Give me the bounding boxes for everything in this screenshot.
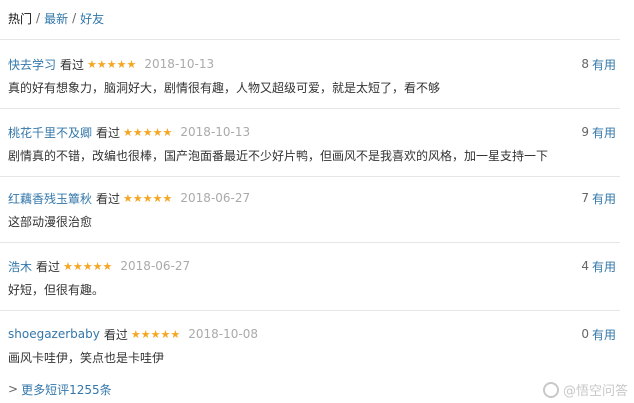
useful-vote: 9 有用 [581, 124, 616, 140]
useful-count: 8 [581, 57, 589, 71]
review-item: 桃花千里不及卿 看过 ★ ★ ★ ★ ★ 2018-10-13 9 有用 剧情真的不错，改编也很棒，… [0, 124, 620, 190]
useful-button[interactable]: 有用 [592, 124, 616, 141]
review-text: 剧情真的不错，改编也很棒，国产泡面番最近不少好片鸭，但画风不是我喜欢的风格，加一… [8, 149, 549, 163]
review-date: 2018-10-08 [188, 327, 258, 341]
review-date: 2018-06-27 [120, 259, 191, 273]
review-author[interactable]: shoegazerbaby [8, 327, 100, 341]
star-icon: ★ [160, 327, 171, 341]
filter-tabs: 热门 / 最新 / 好友 [8, 10, 104, 26]
useful-count: 4 [581, 259, 589, 273]
star-icon: ★ [123, 125, 133, 139]
tab-hot[interactable]: 热门 [8, 10, 32, 27]
star-icon: ★ [130, 327, 141, 341]
useful-button[interactable]: 有用 [592, 190, 616, 207]
review-item: 快去学习 看过 ★ ★ ★ ★ ★ 2018-10-13 8 有用 真的好有想象力，脑洞好大，剧情很… [0, 56, 620, 122]
useful-vote: 0 有用 [581, 326, 616, 342]
star-icon: ★ [162, 125, 173, 139]
tab-separator: / [36, 11, 41, 25]
review-author[interactable]: 浩木 [8, 258, 32, 275]
review-date: 2018-10-13 [180, 125, 251, 139]
useful-button[interactable]: 有用 [592, 326, 616, 343]
review-meta: 红藕香残玉簟秋 看过 ★ ★ ★ ★ ★ 2018-06-27 [8, 190, 250, 206]
useful-vote: 8 有用 [581, 56, 616, 72]
review-author[interactable]: 桃花千里不及卿 [8, 124, 92, 141]
star-icon: ★ [140, 327, 151, 341]
star-icon: ★ [152, 191, 163, 205]
rating-stars: ★ ★ ★ ★ ★ [63, 261, 112, 272]
review-author[interactable]: 快去学习 [8, 56, 56, 73]
more-reviews-link[interactable]: > 更多短评1255条 [8, 381, 112, 397]
star-icon: ★ [132, 191, 143, 205]
star-icon: ★ [102, 259, 113, 273]
divider [0, 176, 620, 177]
review-item: 红藕香残玉簟秋 看过 ★ ★ ★ ★ ★ 2018-06-27 7 有用 这部动漫很治愈 [0, 190, 620, 256]
watched-label: 看过 [96, 125, 121, 140]
star-icon: ★ [123, 191, 133, 205]
star-icon: ★ [82, 259, 93, 273]
star-icon: ★ [142, 125, 153, 139]
star-icon: ★ [152, 125, 163, 139]
rating-stars: ★ ★ ★ ★ ★ [87, 59, 136, 70]
watched-label: 看过 [36, 259, 61, 274]
review-item: 浩木 看过 ★ ★ ★ ★ ★ 2018-06-27 4 有用 好短，但很有趣。 [0, 258, 620, 324]
review-date: 2018-06-27 [180, 191, 251, 205]
useful-count: 7 [581, 191, 589, 205]
rating-stars: ★ ★ ★ ★ ★ [131, 329, 180, 340]
divider [0, 108, 620, 109]
star-icon: ★ [87, 57, 97, 71]
review-date: 2018-10-13 [144, 57, 215, 71]
review-text: 这部动漫很治愈 [8, 215, 93, 229]
rating-stars: ★ ★ ★ ★ ★ [123, 193, 172, 204]
watermark-logo-icon [542, 381, 559, 398]
useful-vote: 7 有用 [581, 190, 616, 206]
star-icon: ★ [92, 259, 103, 273]
useful-vote: 4 有用 [581, 258, 616, 274]
useful-button[interactable]: 有用 [592, 56, 616, 73]
watermark-text: @悟空问答 [562, 384, 628, 399]
tab-separator: / [72, 11, 77, 25]
star-icon: ★ [150, 327, 161, 341]
star-icon: ★ [116, 57, 127, 71]
divider [0, 242, 620, 243]
star-icon: ★ [72, 259, 83, 273]
more-reviews-label: 更多短评1255条 [21, 382, 112, 397]
star-icon: ★ [132, 125, 143, 139]
review-text: 真的好有想象力，脑洞好大，剧情很有趣，人物又超级可爱，就是太短了，看不够 [8, 81, 441, 95]
review-text: 画风卡哇伊，笑点也是卡哇伊 [8, 351, 165, 365]
star-icon: ★ [96, 57, 107, 71]
watched-label: 看过 [103, 327, 128, 342]
star-icon: ★ [170, 327, 181, 341]
star-icon: ★ [106, 57, 117, 71]
divider [0, 39, 620, 40]
review-author[interactable]: 红藕香残玉簟秋 [8, 190, 92, 207]
star-icon: ★ [162, 191, 173, 205]
watched-label: 看过 [96, 191, 121, 206]
useful-count: 9 [581, 125, 589, 139]
star-icon: ★ [142, 191, 153, 205]
review-text: 好短，但很有趣。 [8, 283, 105, 297]
star-icon: ★ [126, 57, 137, 71]
divider [0, 310, 620, 311]
chevron-right-icon: > [8, 382, 19, 396]
watermark: @悟空问答 [542, 380, 628, 399]
tab-friends[interactable]: 好友 [80, 10, 104, 27]
useful-count: 0 [581, 327, 589, 341]
tab-latest[interactable]: 最新 [44, 10, 68, 27]
star-icon: ★ [63, 259, 73, 273]
review-meta: 桃花千里不及卿 看过 ★ ★ ★ ★ ★ 2018-10-13 [8, 124, 250, 140]
review-meta: 快去学习 看过 ★ ★ ★ ★ ★ 2018-10-13 [8, 56, 214, 72]
review-meta: 浩木 看过 ★ ★ ★ ★ ★ 2018-06-27 [8, 258, 190, 274]
useful-button[interactable]: 有用 [592, 258, 616, 275]
watched-label: 看过 [60, 57, 85, 72]
rating-stars: ★ ★ ★ ★ ★ [123, 127, 172, 138]
review-meta: shoegazerbaby 看过 ★ ★ ★ ★ ★ 2018-10-08 [8, 326, 258, 342]
